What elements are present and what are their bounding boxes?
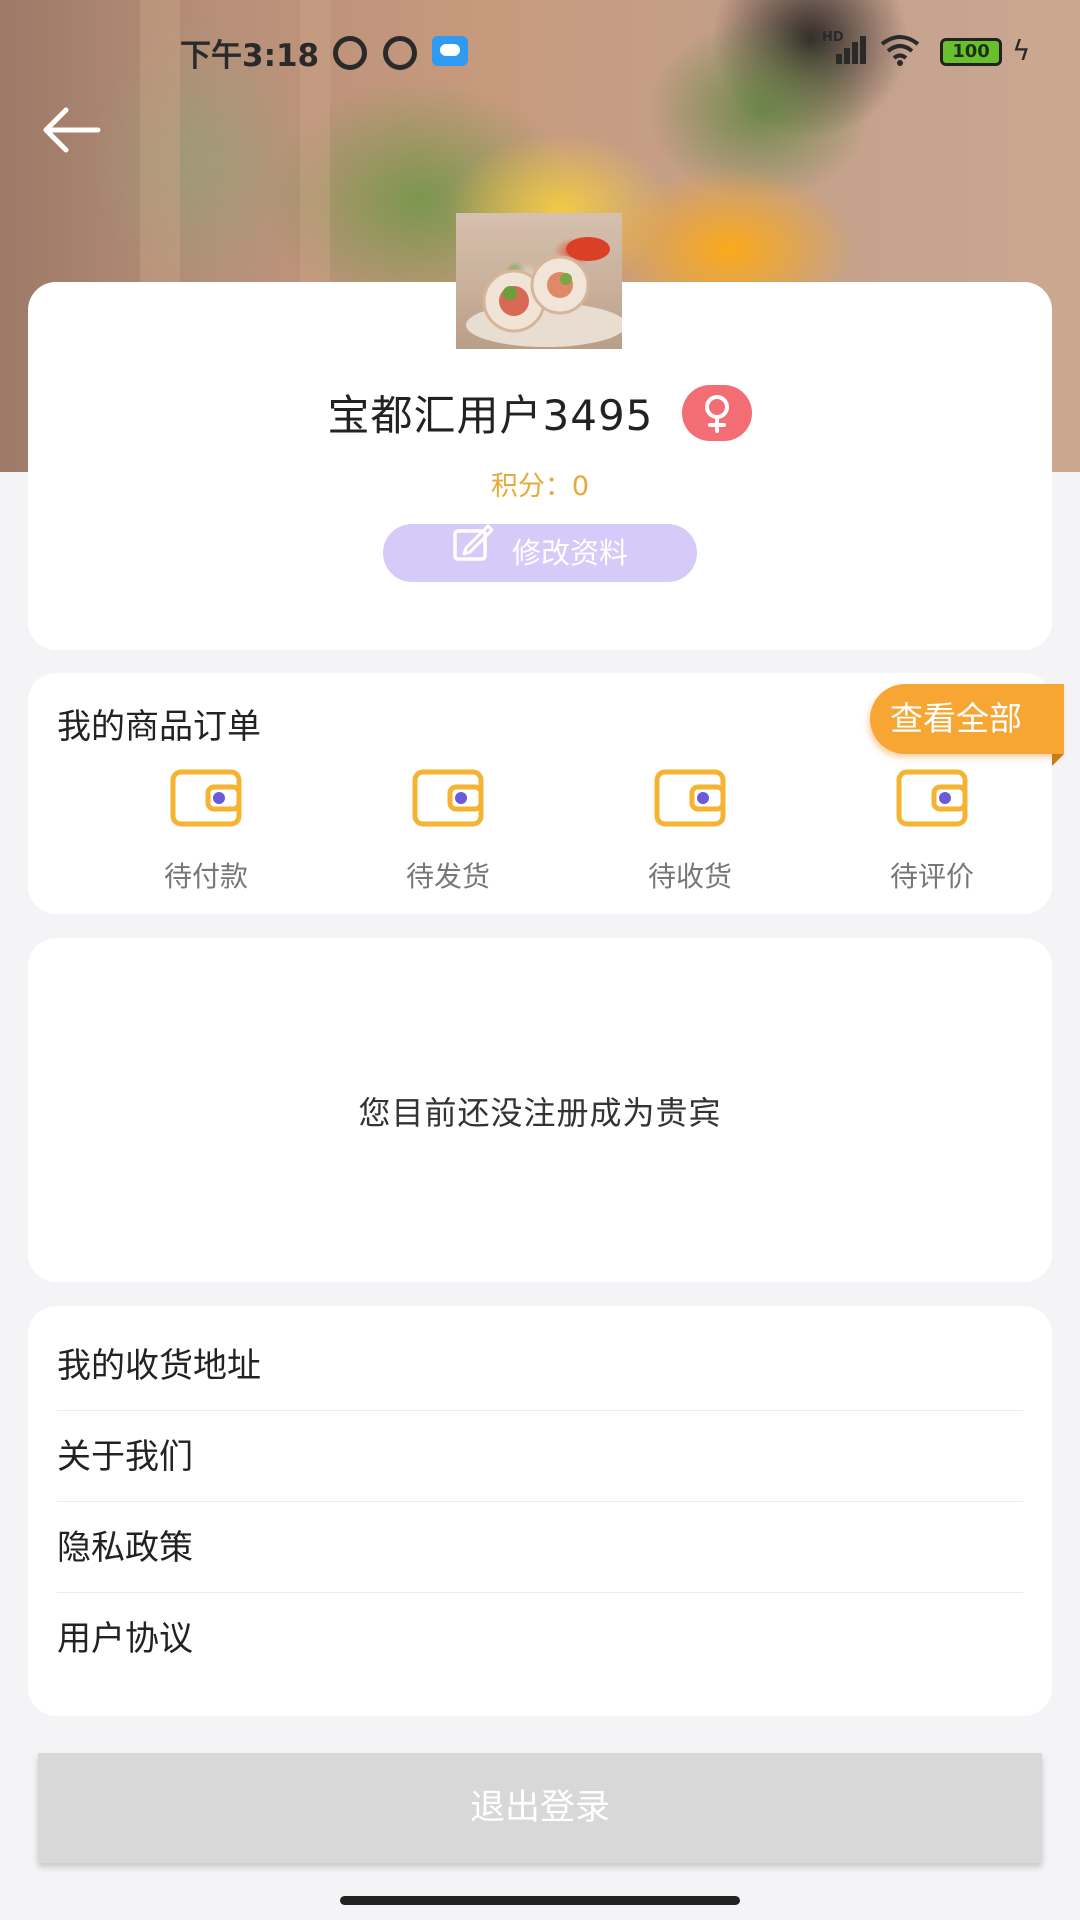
home-indicator[interactable] <box>340 1896 740 1905</box>
edit-profile-label: 修改资料 <box>511 536 628 570</box>
order-item-pending-review[interactable]: 待评价 <box>811 769 1053 895</box>
order-label: 待付款 <box>163 860 248 893</box>
vip-status-text: 您目前还没注册成为贵宾 <box>358 1094 722 1132</box>
edit-profile-button[interactable]: 修改资料 <box>383 524 697 582</box>
username-row: 宝都汇用户3495 <box>28 382 1052 443</box>
order-label: 待评价 <box>889 860 974 893</box>
vip-card: 您目前还没注册成为贵宾 <box>28 938 1052 1282</box>
view-all-orders-button[interactable]: 查看全部 <box>870 684 1064 766</box>
back-button[interactable] <box>36 100 106 160</box>
wallet-icon <box>412 769 484 827</box>
order-item-pending-receipt[interactable]: 待收货 <box>569 769 811 895</box>
avatar[interactable] <box>456 213 622 349</box>
menu-card: 我的收货地址 关于我们 隐私政策 用户协议 <box>28 1306 1052 1716</box>
edit-icon <box>452 523 494 581</box>
notification-icon <box>333 36 367 70</box>
back-arrow-icon <box>43 107 101 153</box>
orders-title: 我的商品订单 <box>57 707 261 747</box>
status-bar: 下午3:18 HD 100 ϟ <box>0 0 1080 100</box>
menu-item-shipping-address[interactable]: 我的收货地址 <box>57 1321 1023 1411</box>
cloud-icon <box>432 36 468 66</box>
order-item-pending-shipment[interactable]: 待发货 <box>327 769 569 895</box>
order-item-pending-payment[interactable]: 待付款 <box>85 769 327 895</box>
wifi-icon <box>880 34 920 74</box>
order-label: 待发货 <box>405 860 490 893</box>
notification-icon <box>383 36 417 70</box>
charging-icon: ϟ <box>1012 34 1031 67</box>
battery-icon: 100 <box>940 38 1002 66</box>
female-icon <box>682 384 753 441</box>
wallet-icon <box>654 769 726 827</box>
menu-item-about-us[interactable]: 关于我们 <box>57 1412 1023 1502</box>
signal-icon: HD <box>822 30 866 64</box>
wallet-icon <box>170 769 242 827</box>
username: 宝都汇用户3495 <box>327 391 654 440</box>
status-time: 下午3:18 <box>180 38 320 74</box>
menu-item-privacy-policy[interactable]: 隐私政策 <box>57 1503 1023 1593</box>
wallet-icon <box>896 769 968 827</box>
logout-button[interactable]: 退出登录 <box>38 1753 1042 1863</box>
menu-item-user-agreement[interactable]: 用户协议 <box>57 1594 1023 1684</box>
order-label: 待收货 <box>647 860 732 893</box>
points-label: 积分：0 <box>490 471 590 502</box>
